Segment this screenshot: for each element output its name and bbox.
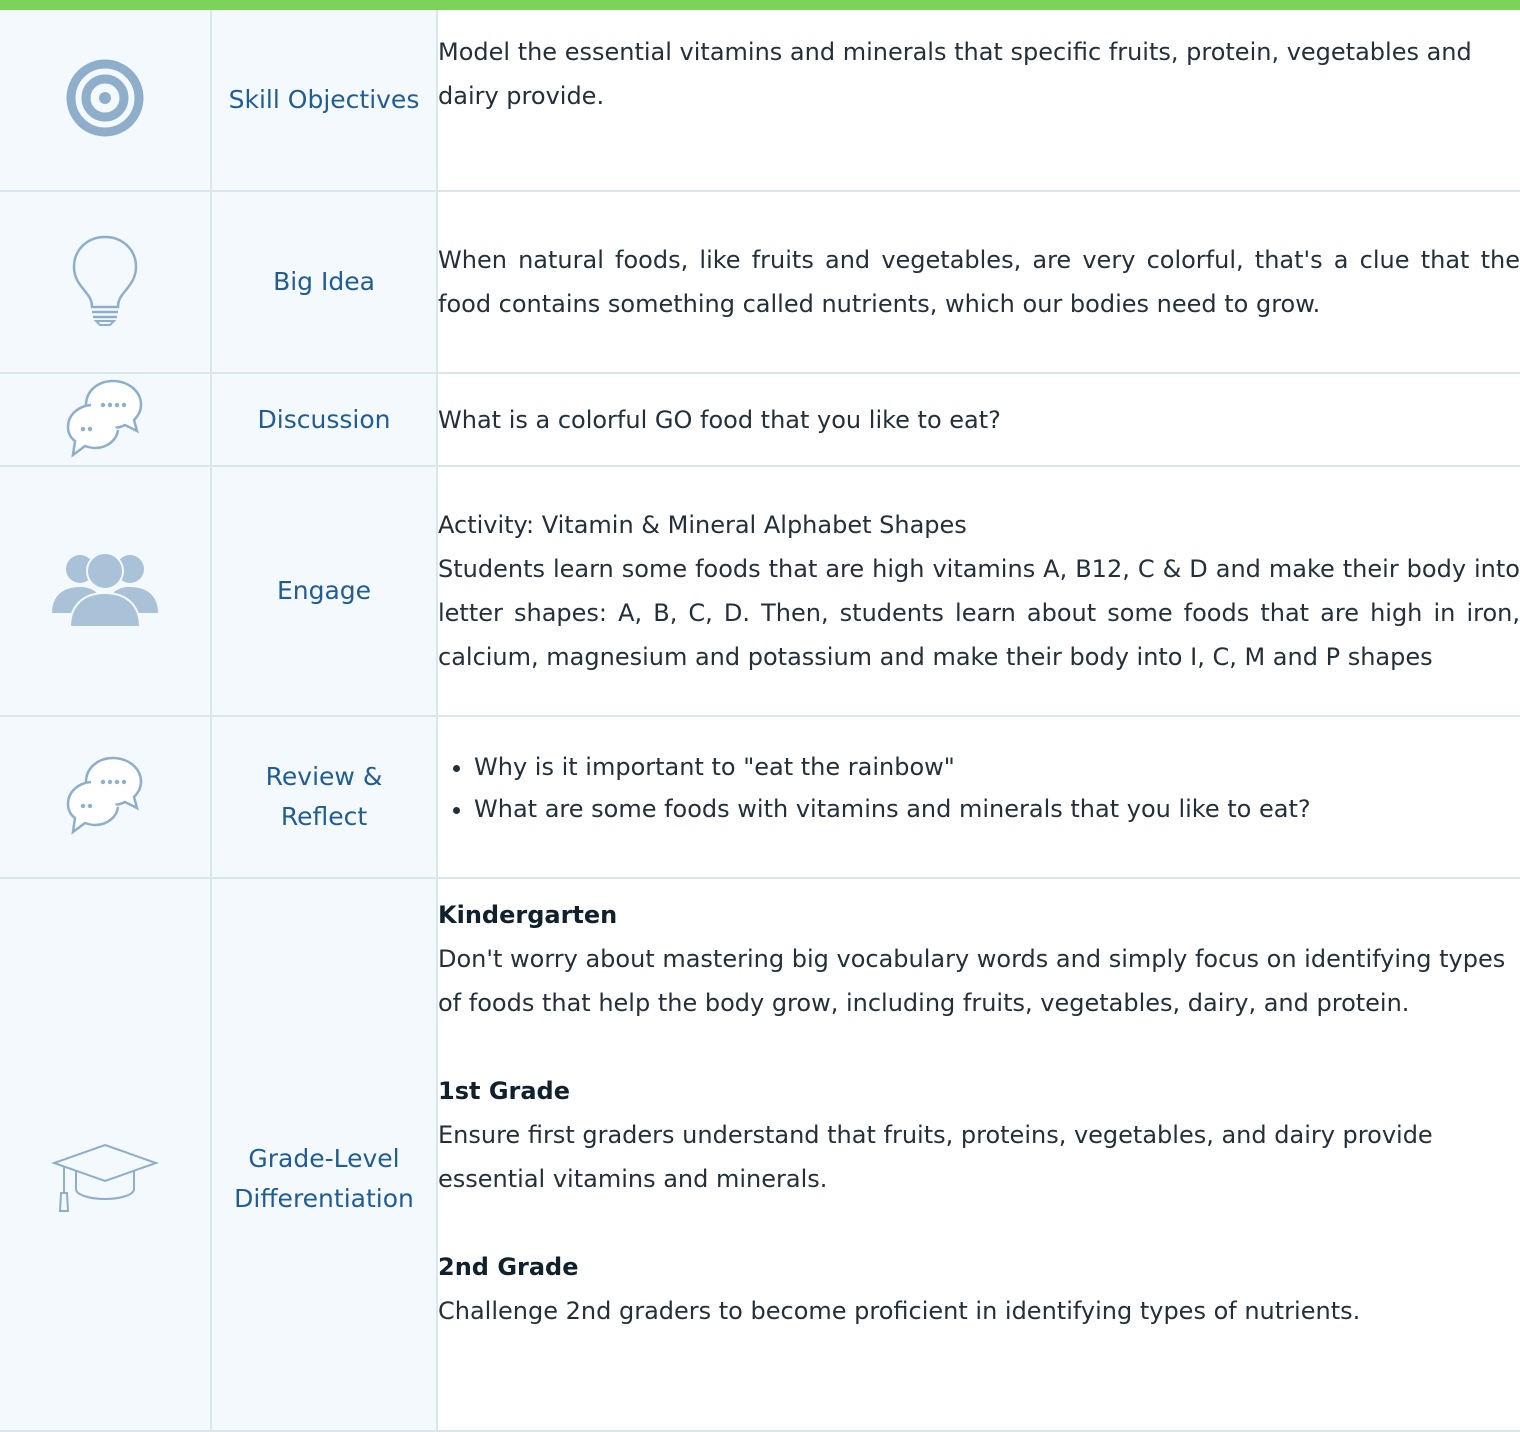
row-content: When natural foods, like fruits and vege…: [437, 191, 1520, 374]
row-skill-objectives: Skill Objectives Model the essential vit…: [0, 10, 1520, 192]
list-item: What are some foods with vitamins and mi…: [474, 788, 1520, 830]
grade-title: 1st Grade: [438, 1077, 570, 1105]
row-label: Review & Reflect: [211, 716, 438, 879]
list-item: Why is it important to "eat the rainbow": [474, 746, 1520, 788]
engage-activity-title: Activity: Vitamin & Mineral Alphabet Sha…: [438, 511, 967, 539]
review-reflect-list: Why is it important to "eat the rainbow"…: [438, 746, 1520, 830]
icon-cell: [0, 10, 212, 192]
row-content: Model the essential vitamins and mineral…: [437, 10, 1520, 192]
big-idea-text: When natural foods, like fruits and vege…: [438, 246, 1520, 318]
icon-cell: [0, 716, 212, 879]
review-reflect-label: Review & Reflect: [265, 762, 383, 831]
grade-block-1st: 1st Grade Ensure first graders understan…: [438, 1069, 1520, 1201]
icon-cell: [0, 191, 212, 374]
row-content: Why is it important to "eat the rainbow"…: [437, 716, 1520, 879]
lightbulb-icon: [70, 234, 140, 330]
grade-block-kindergarten: Kindergarten Don't worry about mastering…: [438, 893, 1520, 1025]
lesson-plan-table: Skill Objectives Model the essential vit…: [0, 10, 1520, 1432]
grade-text: Challenge 2nd graders to become proficie…: [438, 1297, 1361, 1325]
chat-bubbles-icon: [63, 754, 147, 840]
grade-text: Ensure first graders understand that fru…: [438, 1121, 1433, 1193]
graduation-cap-icon: [50, 1141, 160, 1217]
row-label: Engage: [211, 466, 438, 717]
grade-level-label: Grade-Level Differentiation: [234, 1143, 414, 1213]
target-icon: [65, 58, 145, 142]
discussion-text: What is a colorful GO food that you like…: [438, 405, 1001, 434]
icon-cell: [0, 466, 212, 717]
row-content: Kindergarten Don't worry about mastering…: [437, 878, 1520, 1432]
row-label: Discussion: [211, 373, 438, 467]
row-grade-level: Grade-Level Differentiation Kindergarten…: [0, 878, 1520, 1432]
chat-bubbles-icon: [63, 377, 147, 463]
row-content: Activity: Vitamin & Mineral Alphabet Sha…: [437, 466, 1520, 717]
row-label: Skill Objectives: [211, 10, 438, 192]
row-label: Grade-Level Differentiation: [211, 878, 438, 1432]
row-content: What is a colorful GO food that you like…: [437, 373, 1520, 467]
skill-objectives-text: Model the essential vitamins and mineral…: [438, 38, 1472, 110]
grade-title: 2nd Grade: [438, 1253, 579, 1281]
icon-cell: [0, 878, 212, 1432]
grade-title: Kindergarten: [438, 901, 618, 929]
row-review-reflect: Review & Reflect Why is it important to …: [0, 716, 1520, 879]
grade-text: Don't worry about mastering big vocabula…: [438, 945, 1506, 1017]
group-icon: [50, 551, 160, 631]
row-label: Big Idea: [211, 191, 438, 374]
grade-block-2nd: 2nd Grade Challenge 2nd graders to becom…: [438, 1245, 1520, 1333]
top-accent-bar: [0, 0, 1520, 10]
engage-text: Students learn some foods that are high …: [438, 555, 1520, 671]
row-big-idea: Big Idea When natural foods, like fruits…: [0, 191, 1520, 374]
icon-cell: [0, 373, 212, 467]
row-engage: Engage Activity: Vitamin & Mineral Alpha…: [0, 466, 1520, 717]
row-discussion: Discussion What is a colorful GO food th…: [0, 373, 1520, 467]
